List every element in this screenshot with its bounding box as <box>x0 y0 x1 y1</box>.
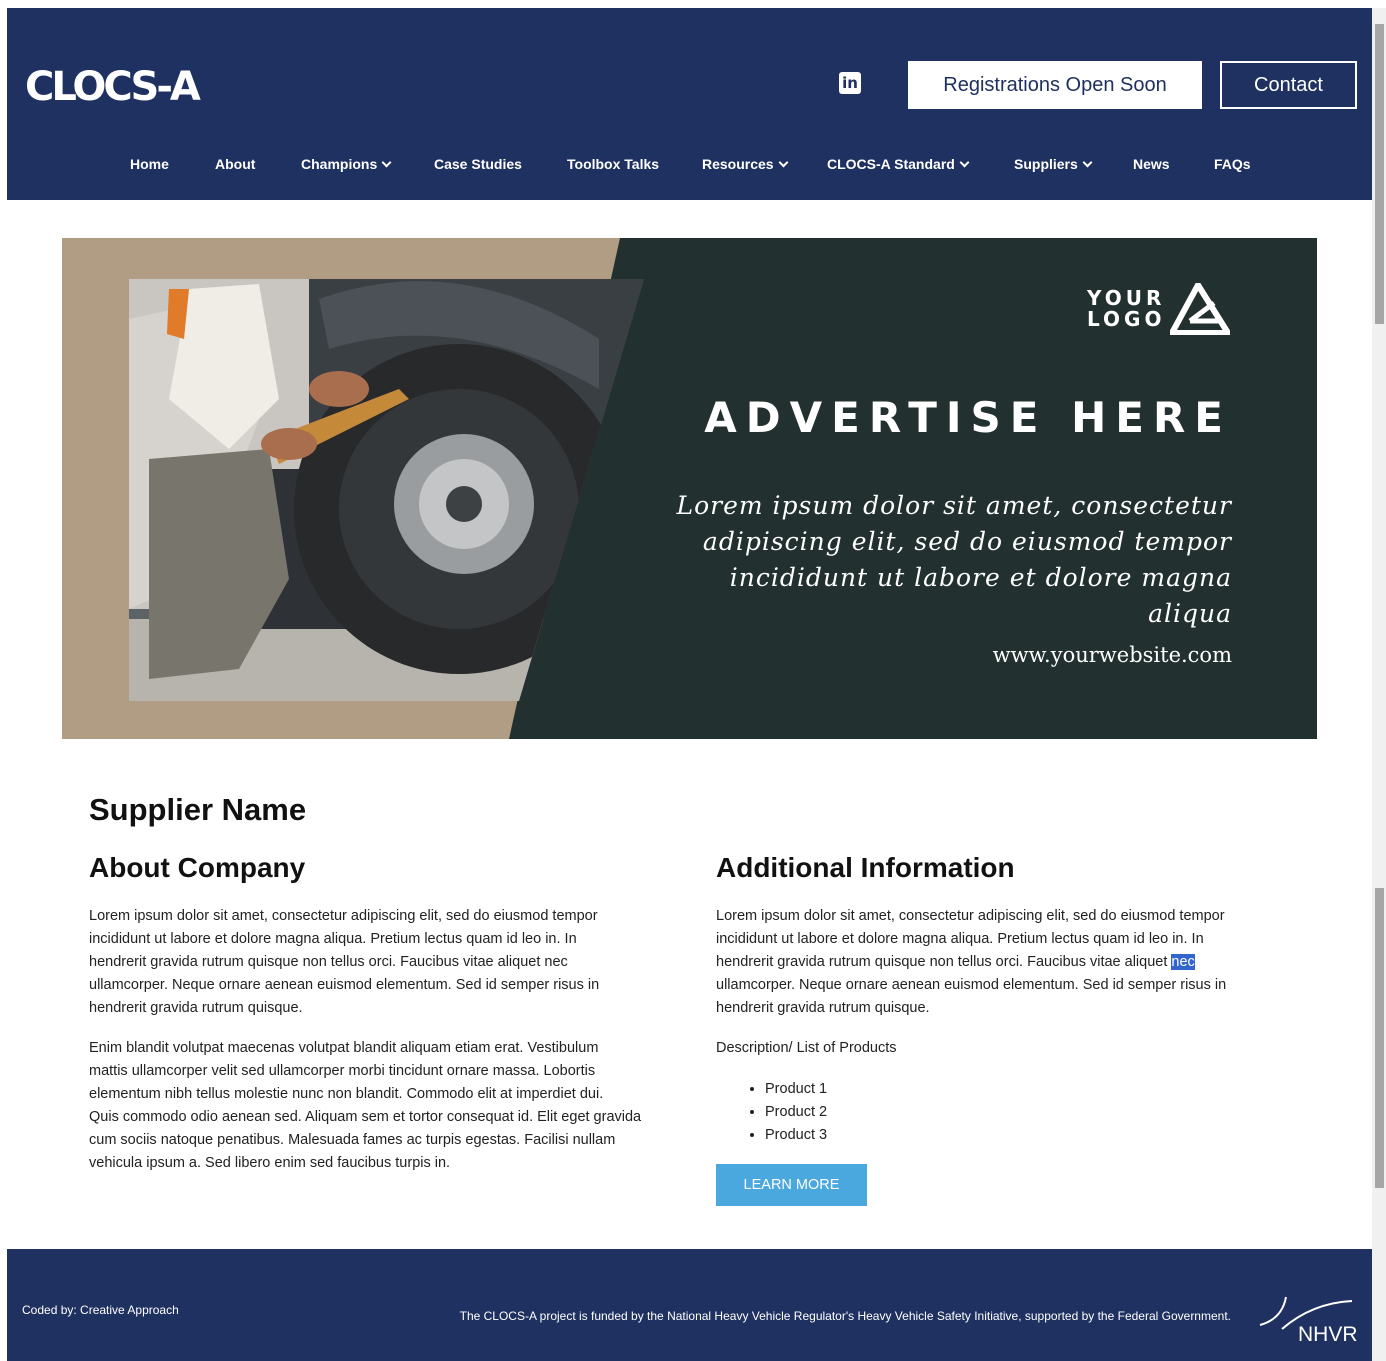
nav-label: Case Studies <box>434 156 522 172</box>
ad-body: Lorem ipsum dolor sit amet, consectetur … <box>662 488 1232 632</box>
contact-button[interactable]: Contact <box>1220 61 1357 109</box>
triangle-logo-icon <box>1170 283 1230 335</box>
your-logo-text: YOUR LOGO <box>1087 288 1165 330</box>
main-nav: Home About Champions Case Studies Toolbo… <box>7 156 1372 176</box>
truck-inspection-photo <box>129 279 644 701</box>
coded-by-credit[interactable]: Coded by: Creative Approach <box>22 1303 179 1317</box>
logo-text: CLOCS-A <box>25 64 201 110</box>
selected-text: nec <box>1171 954 1195 970</box>
nav-home[interactable]: Home <box>130 156 169 172</box>
nav-news[interactable]: News <box>1133 156 1170 172</box>
chevron-down-icon <box>1082 157 1093 168</box>
text-line: Lorem ipsum dolor sit amet, consectetur … <box>716 908 1225 924</box>
clocs-a-logo[interactable]: CLOCS-A <box>25 60 205 118</box>
text-line: hendrerit gravida rutrum quisque non tel… <box>89 954 568 970</box>
product-list: Product 1 Product 2 Product 3 <box>747 1078 827 1147</box>
text-line: Enim blandit volutpat maecenas volutpat … <box>89 1040 599 1056</box>
scrollbar[interactable] <box>1372 8 1386 1361</box>
nav-label: Suppliers <box>1014 156 1078 172</box>
nav-faqs[interactable]: FAQs <box>1214 156 1251 172</box>
chevron-down-icon <box>959 157 970 168</box>
text-line: elementum nibh tellus molestie nunc non … <box>89 1086 604 1102</box>
text-line: hendrerit gravida rutrum quisque. <box>89 1000 303 1016</box>
nav-about[interactable]: About <box>215 156 255 172</box>
page: CLOCS-A in Registrations Open Soon Conta… <box>7 8 1372 1361</box>
text-line: Lorem ipsum dolor sit amet, consectetur … <box>89 908 598 924</box>
text-line: ullamcorper. Neque ornare aenean euismod… <box>716 977 1227 993</box>
nav-case-studies[interactable]: Case Studies <box>434 156 522 172</box>
text-line: cum sociis natoque penatibus. Malesuada … <box>89 1132 616 1148</box>
text-line: Quis commodo odio aenean sed. Aliquam se… <box>89 1109 642 1125</box>
ad-url: www.yourwebsite.com <box>992 643 1232 667</box>
nav-champions[interactable]: Champions <box>301 156 392 172</box>
supplier-name: Supplier Name <box>89 792 307 827</box>
text-line: incididunt ut labore et dolore magna ali… <box>716 931 1204 947</box>
nav-label: News <box>1133 156 1170 172</box>
list-item: Product 2 <box>765 1101 827 1124</box>
ad-body-line: adipiscing elit, sed do eiusmod tempor <box>702 527 1232 556</box>
about-company-heading: About Company <box>89 852 306 883</box>
list-item: Product 1 <box>765 1078 827 1101</box>
nav-label: Resources <box>702 156 774 172</box>
nav-toolbox-talks[interactable]: Toolbox Talks <box>567 156 659 172</box>
linkedin-icon[interactable]: in <box>839 72 861 94</box>
scrollbar-thumb[interactable] <box>1375 24 1384 324</box>
text-segment: hendrerit gravida rutrum quisque non tel… <box>716 954 1172 970</box>
description-label: Description/ List of Products <box>716 1040 897 1056</box>
site-footer: Coded by: Creative Approach The CLOCS-A … <box>7 1249 1372 1361</box>
nav-label: About <box>215 156 256 172</box>
text-line: ullamcorper. Neque ornare aenean euismod… <box>89 977 600 993</box>
text-line: hendrerit gravida rutrum quisque. <box>716 1000 930 1016</box>
nav-label: FAQs <box>1214 156 1251 172</box>
learn-more-button[interactable]: LEARN MORE <box>716 1164 867 1206</box>
nav-label: CLOCS-A Standard <box>827 156 955 172</box>
text-line: mattis ullamcorper velit sed ullamcorper… <box>89 1063 596 1079</box>
chevron-down-icon <box>381 157 392 168</box>
nav-suppliers[interactable]: Suppliers <box>1014 156 1093 172</box>
about-para-1: Lorem ipsum dolor sit amet, consectetur … <box>89 905 689 1020</box>
additional-info-heading: Additional Information <box>716 852 1015 883</box>
additional-para: Lorem ipsum dolor sit amet, consectetur … <box>716 905 1276 1020</box>
site-header: CLOCS-A in Registrations Open Soon Conta… <box>7 8 1372 200</box>
logo-line: YOUR <box>1087 286 1166 310</box>
about-para-2: Enim blandit volutpat maecenas volutpat … <box>89 1037 689 1175</box>
text-line: incididunt ut labore et dolore magna ali… <box>89 931 577 947</box>
ad-body-line: Lorem ipsum dolor sit amet, consectetur <box>676 491 1232 520</box>
list-item: Product 3 <box>765 1124 827 1147</box>
ad-body-line: incididunt ut labore et dolore magna ali… <box>729 563 1232 628</box>
logo-line: LOGO <box>1087 307 1166 331</box>
nav-label: Champions <box>301 156 378 172</box>
advertisement-banner[interactable]: YOUR LOGO ADVERTISE HERE Lorem ipsum dol… <box>62 238 1317 739</box>
nhvr-text: NHVR <box>1298 1323 1358 1346</box>
nav-resources[interactable]: Resources <box>702 156 789 172</box>
registrations-button[interactable]: Registrations Open Soon <box>908 61 1202 109</box>
scrollbar-thumb[interactable] <box>1375 888 1384 1188</box>
nav-clocs-a-standard[interactable]: CLOCS-A Standard <box>827 156 970 172</box>
funding-statement: The CLOCS-A project is funded by the Nat… <box>459 1309 1231 1323</box>
nav-label: Toolbox Talks <box>567 156 660 172</box>
ad-title: ADVERTISE HERE <box>704 393 1232 442</box>
chevron-down-icon <box>778 157 789 168</box>
nhvr-logo[interactable]: NHVR <box>1252 1289 1362 1347</box>
nav-label: Home <box>130 156 169 172</box>
text-line: hendrerit gravida rutrum quisque non tel… <box>716 951 1276 974</box>
text-line: vehicula ipsum a. Sed libero enim sed fa… <box>89 1155 451 1171</box>
